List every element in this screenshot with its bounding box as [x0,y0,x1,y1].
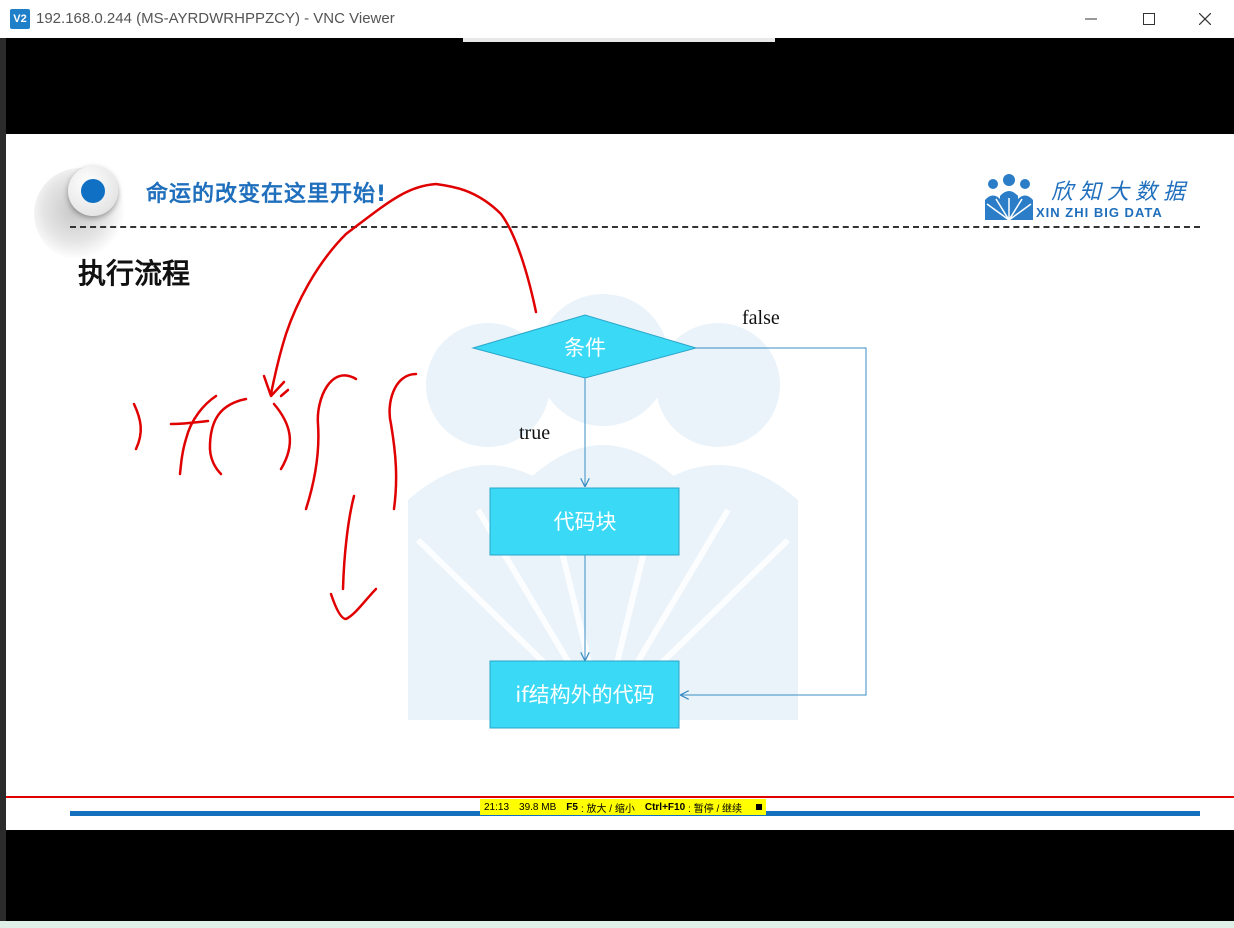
minimize-icon [1085,18,1097,20]
recorder-status-bar[interactable]: 21:13 39.8 MB F5 : 放大 / 缩小 Ctrl+F10 : 暂停… [480,799,767,815]
annotation-cursor-mark [279,388,290,398]
pause-hotkey: Ctrl+F10 [644,801,686,813]
remote-screen-letterbox-top [6,38,1234,134]
maximize-icon [1143,13,1155,25]
zoom-hotkey-action: : 放大 / 缩小 [580,803,635,815]
pause-hotkey-action: : 暂停 / 继续 [688,803,743,815]
annotation-open-paren [208,397,248,476]
vnc-toolbar-handle[interactable] [463,38,775,42]
footer-red-line [6,796,1234,798]
annotation-close-brace [388,372,418,511]
annotation-open-brace [304,374,358,511]
close-button[interactable] [1176,0,1234,38]
handwritten-annotation [132,182,538,621]
vnc-app-icon: V2 [10,9,30,29]
annotation-down-stroke [341,494,356,591]
recorder-memory: 39.8 MB [519,801,557,813]
annotation-i [132,402,142,451]
annotation-f-bar [169,419,210,426]
annotation-down-arrow [329,587,378,621]
close-icon [1199,13,1211,25]
title-bar: V2 192.168.0.244 (MS-AYRDWRHPPZCY) - VNC… [0,0,1234,38]
annotation-close-paren [272,402,292,471]
maximize-button[interactable] [1120,0,1178,38]
annotation-arc [269,182,538,396]
remote-screen-letterbox-bottom [6,830,1234,921]
zoom-hotkey: F5 [566,801,578,813]
window-title: 192.168.0.244 (MS-AYRDWRHPPZCY) - VNC Vi… [36,10,395,27]
minimize-button[interactable] [1062,0,1120,38]
recorder-time: 21:13 [484,801,510,813]
desktop-strip [0,921,1234,928]
remote-slide[interactable]: 命运的改变在这里开始! 欣知大数据 XIN ZHI BIG DATA 执行流程 [6,134,1234,830]
stop-icon[interactable] [756,804,763,810]
